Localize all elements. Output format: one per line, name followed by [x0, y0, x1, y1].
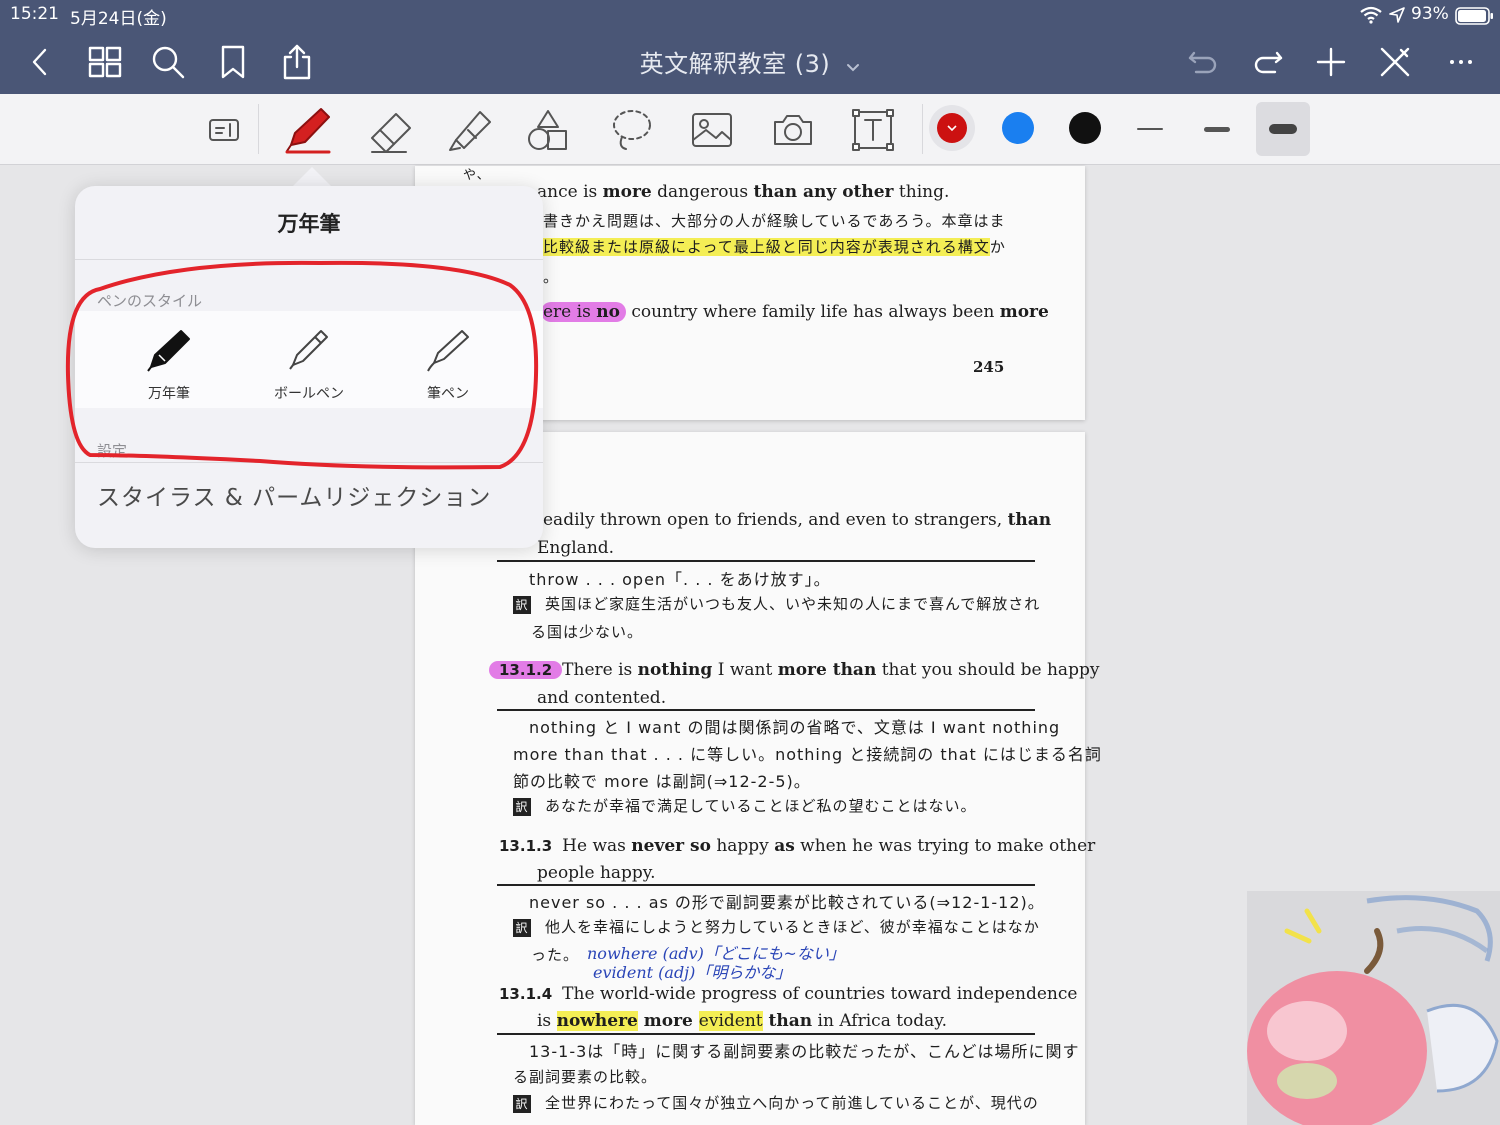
text-line: 13.1.4 The world-wide progress of countri… [499, 984, 1078, 1004]
document-title[interactable]: 英文解釈教室 (3) [560, 44, 940, 79]
more-icon[interactable] [1439, 40, 1483, 84]
read-mode-icon[interactable] [198, 104, 250, 156]
text-line: 書きかえ問題は、大部分の人が経験しているであろう。本章はま [543, 212, 1006, 230]
color-swatch-red[interactable] [929, 105, 975, 151]
text-line: never so . . . as の形で副詞要素が比較されている(⇒12-1-… [529, 893, 1045, 912]
bookmark-icon[interactable] [211, 40, 255, 84]
text-line: 訳あなたが幸福で満足していることほど私の望むことはない。 [513, 795, 977, 816]
text-line: ere is no country where family life has … [541, 302, 1049, 322]
top-bar: 15:21 5月24日(金) 93% 英文解釈教室 (3) [0, 0, 1500, 94]
toolbar-divider [922, 104, 923, 154]
text-line: 13-1-3は「時」に関する副詞要素の比較だったが、こんどは場所に関す [529, 1042, 1080, 1061]
text-line: people happy. [537, 863, 656, 883]
plus-icon[interactable] [1309, 40, 1353, 84]
document-title-text: 英文解釈教室 (3) [639, 50, 831, 78]
text-tool-icon[interactable] [847, 104, 899, 156]
thickness-thin[interactable] [1125, 109, 1175, 149]
chevron-down-icon [947, 124, 957, 131]
text-line: 節の比較で more は副詞(⇒12-2-5)。 [513, 772, 811, 791]
handwritten-note: evident (adj)「明らかな」 [593, 963, 792, 982]
selected-color-dot [937, 113, 967, 143]
text-line: England. [537, 538, 615, 558]
text-line: nothing と I want の間は関係詞の省略で、文意は I want n… [529, 718, 1061, 737]
text-line: and contented. [537, 688, 667, 708]
example-number: 13.1.2 [489, 661, 563, 679]
example-number: 13.1.3 [499, 837, 553, 855]
popover-title: 万年筆 [277, 212, 341, 236]
toolbar-divider [258, 104, 259, 154]
popover-arrow [292, 167, 332, 187]
wifi-icon [1360, 6, 1382, 28]
text-line: 訳他人を幸福にしようと努力しているときほど、彼が幸福なことはなか [513, 916, 1040, 937]
location-icon [1389, 7, 1405, 27]
battery-icon [1455, 6, 1495, 30]
back-icon[interactable] [18, 40, 62, 84]
pen-tool-icon[interactable] [282, 104, 334, 156]
eraser-tool-icon[interactable] [364, 104, 416, 156]
sticker-image [1247, 891, 1500, 1125]
text-line: throw . . . open「. . . をあけ放す」。 [529, 570, 831, 589]
divider-rule [497, 560, 1035, 562]
divider-rule [497, 1033, 1035, 1035]
image-tool-icon[interactable] [686, 104, 738, 156]
redo-icon[interactable] [1246, 40, 1290, 84]
status-date: 5月24日(金) [70, 9, 167, 29]
chevron-down-icon [846, 51, 860, 79]
thickness-thick[interactable] [1256, 102, 1310, 156]
text-line: more than that . . . に等しい。nothing と接続詞の … [513, 745, 1102, 764]
divider-rule [497, 884, 1035, 886]
text-line: 。 [543, 268, 560, 286]
page-number: 245 [973, 358, 1005, 376]
shapes-tool-icon[interactable] [523, 104, 575, 156]
text-line: ance is more dangerous than any other th… [537, 182, 950, 202]
navigation-bar: 英文解釈教室 (3) [0, 30, 1500, 94]
highlighter-tool-icon[interactable] [444, 104, 496, 156]
text-line: 13.1.3 He was never so happy as when he w… [499, 836, 1096, 856]
text-line: 13.1.2 There is nothing I want more than … [489, 660, 1099, 680]
divider-rule [497, 709, 1035, 711]
grid-icon[interactable] [83, 40, 127, 84]
text-line: った。 [531, 946, 580, 964]
search-icon[interactable] [146, 40, 190, 84]
close-icon[interactable] [1373, 40, 1417, 84]
status-time: 15:21 [10, 4, 59, 24]
thickness-medium[interactable] [1192, 109, 1242, 149]
undo-icon[interactable] [1181, 40, 1225, 84]
text-line: る副詞要素の比較。 [513, 1068, 658, 1086]
status-bar: 15:21 5月24日(金) 93% [0, 0, 1500, 30]
color-swatch-blue[interactable] [1002, 112, 1034, 144]
battery-percent: 93% [1411, 4, 1449, 24]
text-line: 訳全世界にわたって国々が独立へ向かって前進していることが、現代の [513, 1092, 1039, 1113]
text-line: eadily thrown open to friends, and even … [543, 510, 1052, 530]
text-line: 比較級または原級によって最上級と同じ内容が表現される構文か [543, 238, 1006, 256]
camera-tool-icon[interactable] [767, 104, 819, 156]
page-fragment: や、 [463, 168, 491, 183]
share-icon[interactable] [275, 40, 319, 84]
text-line: 訳英国ほど家庭生活がいつも友人、いや未知の人にまで喜んで解放され [513, 593, 1040, 614]
text-line: る国は少ない。 [531, 623, 644, 641]
color-swatch-black[interactable] [1069, 112, 1101, 144]
example-number: 13.1.4 [499, 985, 553, 1003]
lasso-tool-icon[interactable] [605, 104, 657, 156]
text-line: is nowhere more evident than in Africa t… [537, 1011, 948, 1031]
translation-mark: 訳 [513, 596, 531, 614]
red-annotation-circle [65, 260, 539, 470]
annotation-toolbar [0, 94, 1500, 165]
